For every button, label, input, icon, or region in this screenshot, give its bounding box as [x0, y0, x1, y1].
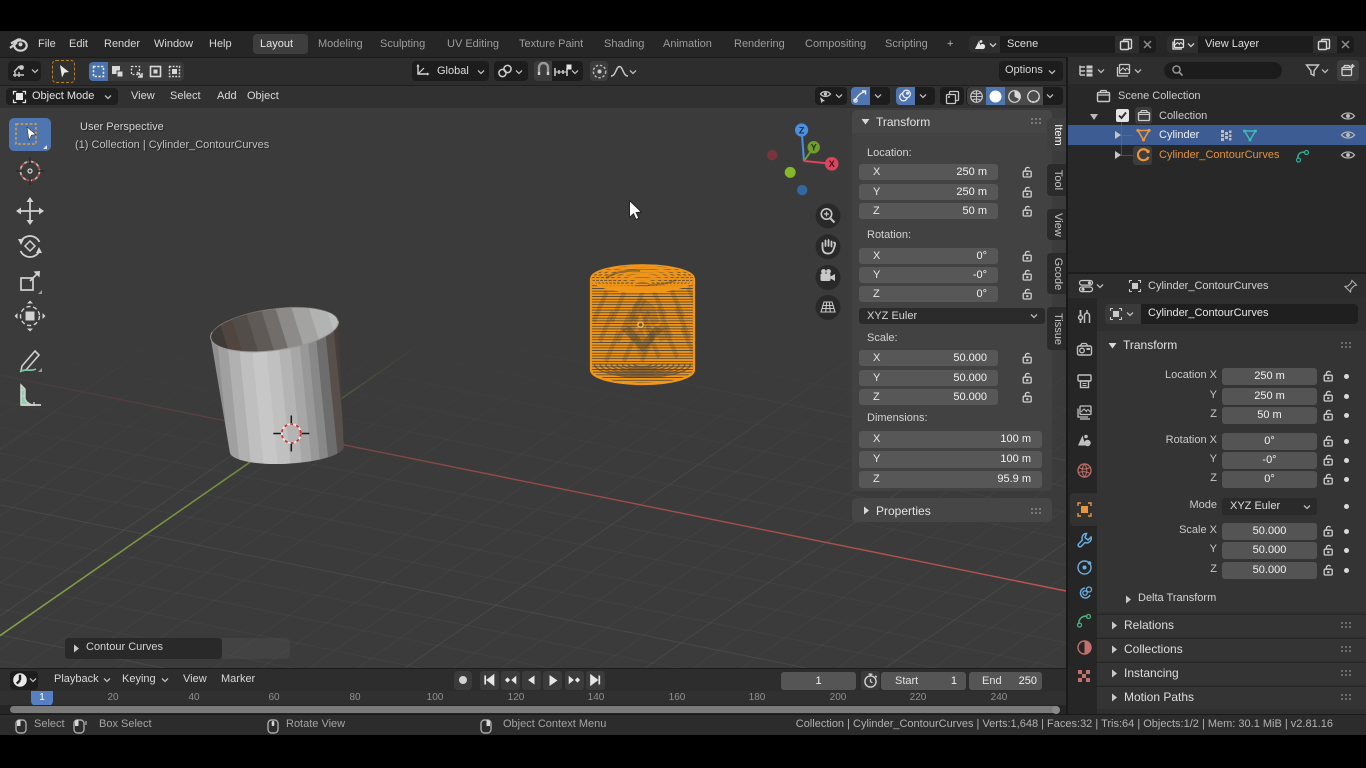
svg-text:Y: Y [811, 143, 817, 153]
svg-text:X: X [829, 159, 835, 169]
svg-text:Z: Z [799, 125, 805, 135]
